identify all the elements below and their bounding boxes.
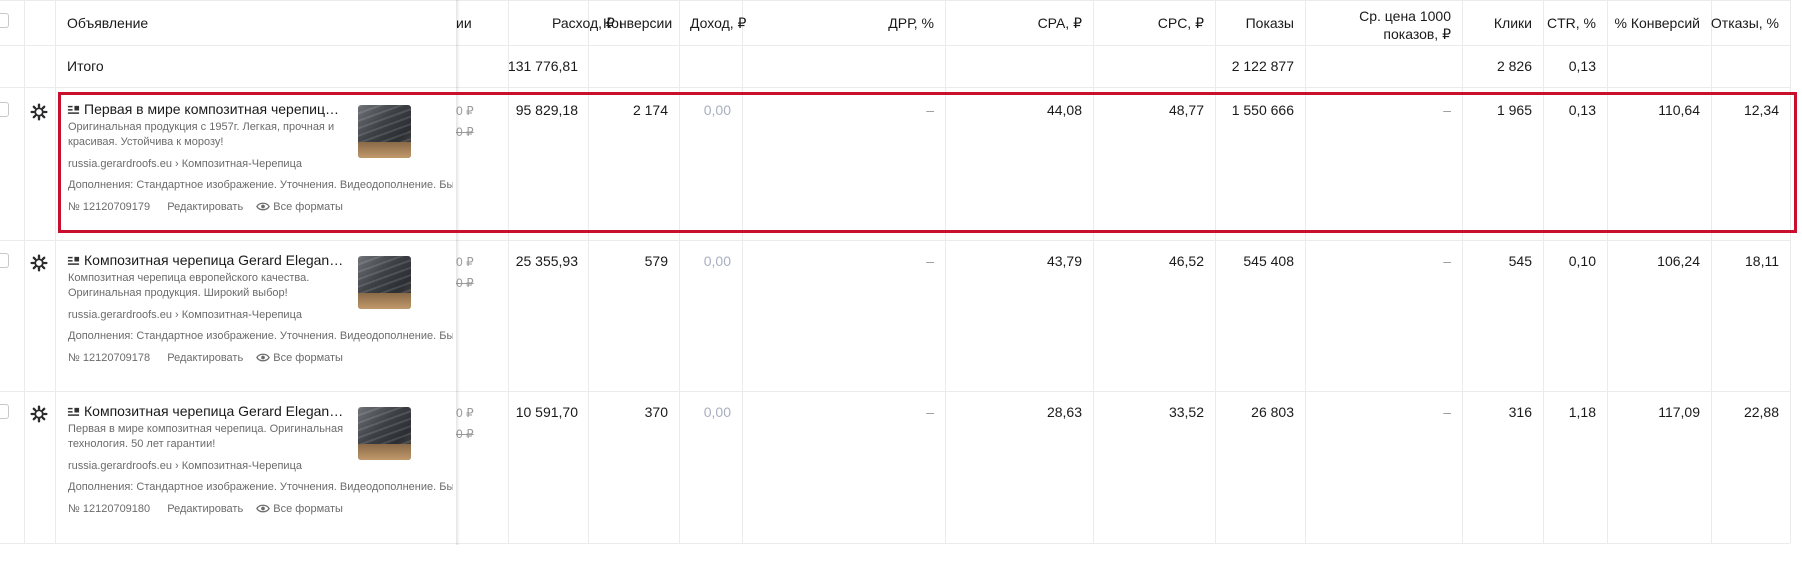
header-cpm[interactable]: Ср. цена 1000 показов, ₽ — [1359, 7, 1451, 43]
edit-link[interactable]: Редактировать — [167, 352, 243, 364]
ad-extensions: Дополнения: Стандартное изображение. Уто… — [68, 330, 453, 342]
header-ctr[interactable]: CTR, % — [1547, 15, 1596, 31]
all-formats-link[interactable]: Все форматы — [273, 503, 343, 515]
cell-spend: 10 591,70 — [515, 404, 578, 420]
grid-line — [1215, 0, 1216, 543]
eye-icon — [256, 352, 271, 366]
ad-id: № 12120709180 — [68, 503, 151, 515]
grid-line — [0, 543, 1790, 544]
cell-bounce: 22,88 — [1743, 404, 1779, 420]
gear-icon[interactable] — [30, 254, 48, 272]
cell-cpm: – — [1443, 404, 1451, 420]
ad-thumbnail — [358, 407, 411, 460]
cell-drr: – — [926, 253, 934, 269]
ad-meta: № 12120709180 Редактировать Все форматы — [68, 503, 343, 517]
header-cpm-line1: Ср. цена 1000 — [1359, 8, 1451, 24]
select-all-checkbox[interactable] — [0, 13, 9, 28]
grid-line — [1093, 0, 1094, 543]
grid-line — [1305, 0, 1306, 543]
ad-title[interactable]: Композитная черепица Gerard Eleganta. Га… — [84, 252, 344, 268]
row-checkbox[interactable] — [0, 253, 9, 268]
cell-cpm: – — [1443, 253, 1451, 269]
ad-description: Первая в мире композитная черепица. Ориг… — [68, 423, 344, 450]
header-clicks[interactable]: Клики — [1494, 15, 1532, 31]
total-label: Итого — [67, 58, 104, 74]
header-conv-rate[interactable]: % Конверсий — [1614, 15, 1700, 31]
ad-extensions: Дополнения: Стандартное изображение. Уто… — [68, 481, 453, 493]
ad-title[interactable]: Композитная черепица Gerard Eleganta от.… — [84, 403, 344, 419]
cell-ctr: 0,10 — [1568, 253, 1596, 269]
total-clicks: 2 826 — [1496, 58, 1532, 74]
ad-type-icon — [67, 255, 81, 269]
header-cpa[interactable]: CPA, ₽ — [1038, 15, 1082, 32]
cell-conv-rate: 117,09 — [1658, 404, 1700, 420]
header-bounce[interactable]: Отказы, % — [1711, 15, 1779, 31]
grid-line — [1543, 0, 1544, 543]
grid-line — [1462, 0, 1463, 543]
cell-spend: 25 355,93 — [515, 253, 578, 269]
grid-line — [0, 0, 1790, 1]
cell-conv-rate: 106,24 — [1657, 253, 1700, 269]
ad-type-icon — [67, 406, 81, 420]
grid-line — [0, 391, 1790, 392]
cell-income: 0,00 — [703, 404, 731, 420]
cell-cpa: 43,79 — [1046, 253, 1082, 269]
grid-line — [742, 0, 743, 543]
total-impressions: 2 122 877 — [1231, 58, 1294, 74]
header-impressions[interactable]: Показы — [1246, 15, 1294, 31]
grid-line — [0, 45, 1790, 46]
cell-cpa: 28,63 — [1046, 404, 1082, 420]
cell-cpc: 46,52 — [1168, 253, 1204, 269]
cell-ctr: 1,18 — [1568, 404, 1596, 420]
gear-icon[interactable] — [30, 103, 48, 121]
ad-thumbnail — [358, 256, 411, 309]
grid-line — [1790, 0, 1791, 543]
grid-line — [55, 0, 56, 543]
cell-impressions: 26 803 — [1251, 404, 1294, 420]
ad-id: № 12120709178 — [68, 352, 151, 364]
cell-cpc: 33,52 — [1168, 404, 1204, 420]
total-ctr: 0,13 — [1568, 58, 1596, 74]
ad-url[interactable]: russia.gerardroofs.eu › Композитная-Чере… — [68, 309, 302, 321]
grid-line — [1607, 0, 1608, 543]
header-ad[interactable]: Объявление — [67, 15, 148, 31]
cell-impressions: 545 408 — [1243, 253, 1294, 269]
grid-line — [1711, 0, 1712, 543]
highlighted-row-frame — [58, 92, 1797, 233]
grid-line — [24, 0, 25, 543]
eye-icon — [256, 503, 271, 517]
cell-bounce: 18,11 — [1745, 253, 1779, 269]
all-formats-link[interactable]: Все форматы — [273, 352, 343, 364]
cell-income: 0,00 — [703, 253, 731, 269]
header-cpm-line2: показов, ₽ — [1383, 26, 1451, 42]
ad-meta: № 12120709178 Редактировать Все форматы — [68, 352, 343, 366]
edit-link[interactable]: Редактировать — [167, 503, 243, 515]
cell-drr: – — [926, 404, 934, 420]
cell-clicks: 545 — [1508, 253, 1532, 269]
row-checkbox[interactable] — [0, 102, 9, 117]
cell-clicks: 316 — [1508, 404, 1532, 420]
ad-description: Композитная черепица европейского качест… — [68, 272, 310, 299]
grid-line — [0, 87, 1790, 88]
cell-conversions: 370 — [644, 404, 668, 420]
ad-url[interactable]: russia.gerardroofs.eu › Композитная-Чере… — [68, 460, 302, 472]
header-conversions[interactable]: Конверсии — [603, 15, 672, 31]
grid-line — [0, 240, 1790, 241]
total-spend: 131 776,81 — [507, 58, 578, 74]
header-cpc[interactable]: CPC, ₽ — [1158, 15, 1204, 32]
gear-icon[interactable] — [30, 405, 48, 423]
grid-line — [588, 0, 589, 543]
frozen-column-shadow — [456, 0, 460, 545]
grid-line — [508, 0, 509, 543]
grid-line — [945, 0, 946, 543]
grid-line — [679, 0, 680, 543]
header-drr[interactable]: ДРР, % — [888, 15, 934, 31]
cell-conversions: 579 — [644, 253, 668, 269]
header-income[interactable]: Доход, ₽ — [690, 15, 746, 32]
row-checkbox[interactable] — [0, 404, 9, 419]
